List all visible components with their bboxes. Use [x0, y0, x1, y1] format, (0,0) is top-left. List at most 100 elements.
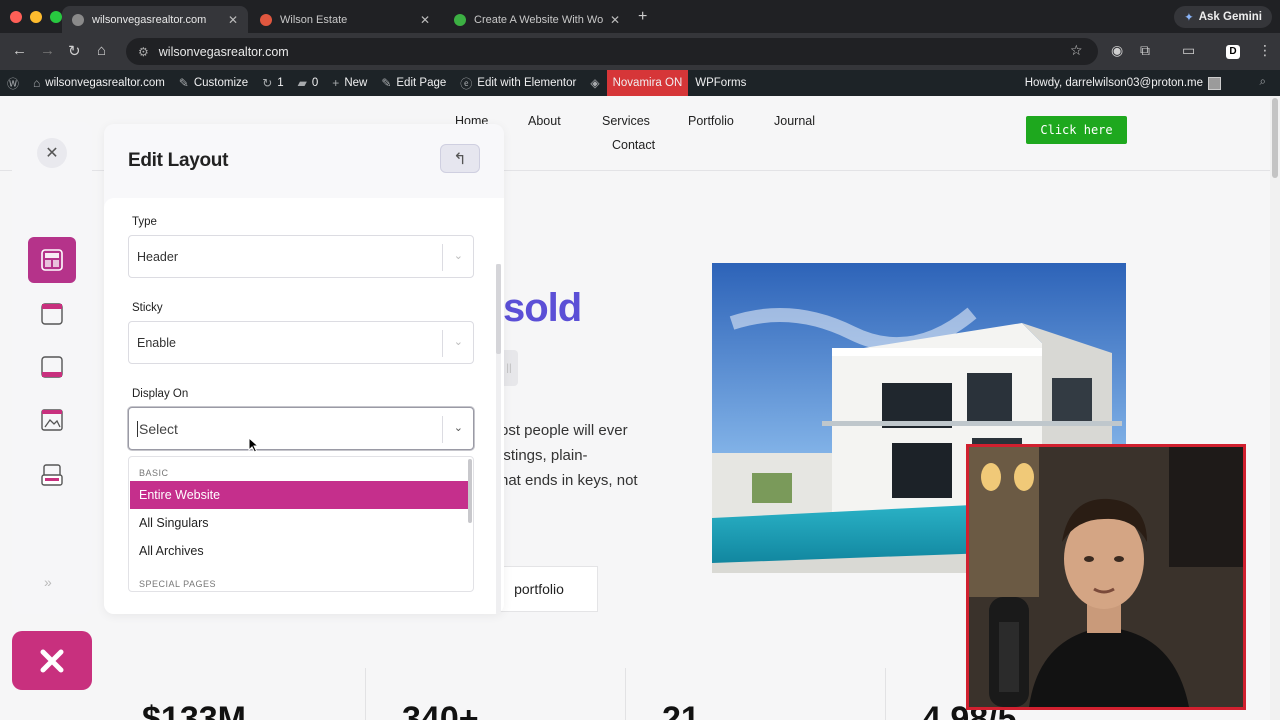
extensions-icon[interactable]: ⧉ — [1140, 42, 1150, 59]
forward-arrow-icon[interactable]: → — [40, 42, 55, 59]
minimize-window-button[interactable] — [30, 11, 42, 23]
sticky-select-value: Enable — [137, 335, 176, 350]
brand-logo-button[interactable] — [12, 631, 92, 690]
site-favicon-icon — [454, 13, 466, 26]
x-logo-icon — [40, 649, 64, 672]
wp-customize-link[interactable]: ✎ Customize — [172, 70, 255, 96]
webcam-overlay — [966, 444, 1246, 710]
text-caret — [137, 420, 138, 437]
stat-value: 340+ — [402, 700, 479, 720]
display-on-placeholder: Select — [139, 420, 178, 437]
nav-services[interactable]: Services — [602, 114, 650, 128]
close-icon[interactable]: ✕ — [610, 13, 620, 27]
tab-wilson-estate[interactable]: Wilson Estate ✕ — [250, 6, 440, 33]
site-info-icon[interactable]: ⚙ — [138, 45, 149, 59]
novamira-toggle[interactable]: Novamira ON — [606, 70, 689, 96]
close-icon: ✕ — [45, 145, 59, 162]
pencil-icon: ✎ — [381, 76, 392, 90]
wp-diamond-icon[interactable]: ◈ — [583, 70, 606, 96]
wpforms-label: WPForms — [695, 77, 747, 89]
plus-icon: + — [332, 76, 340, 90]
chevron-down-icon: ⌄ — [453, 336, 463, 348]
layout-icon — [41, 249, 63, 271]
stack-icon — [41, 464, 63, 486]
footer-tool-button[interactable] — [28, 344, 76, 390]
hero-text-line: ost people will ever — [500, 422, 628, 439]
panel-scrollbar[interactable] — [496, 264, 501, 614]
updates-icon: ↻ — [262, 76, 273, 90]
gallery-icon — [41, 409, 63, 431]
option-entire-website[interactable]: Entire Website — [130, 481, 470, 509]
ask-gemini-button[interactable]: ✦ Ask Gemini — [1174, 6, 1272, 28]
nav-contact[interactable]: Contact — [612, 138, 655, 152]
stat-divider — [365, 668, 366, 720]
nav-journal[interactable]: Journal — [774, 114, 815, 128]
novamira-label: Novamira ON — [612, 77, 683, 89]
display-on-select[interactable]: Select ⌄ — [128, 407, 474, 450]
reload-icon[interactable]: ↻ — [68, 42, 81, 60]
option-all-archives[interactable]: All Archives — [130, 537, 470, 565]
presenter-video — [969, 447, 1243, 707]
wp-comments-link[interactable]: ▰ 0 — [291, 70, 326, 96]
template-tool-button[interactable] — [28, 452, 76, 498]
close-window-button[interactable] — [10, 11, 22, 23]
elementor-icon: ⓔ — [460, 76, 473, 91]
wp-new-label: New — [344, 77, 368, 89]
wp-edit-elementor-link[interactable]: ⓔ Edit with Elementor — [453, 70, 583, 96]
wp-new-link[interactable]: + New — [325, 70, 374, 96]
dropdown-scrollbar[interactable] — [468, 459, 472, 523]
maximize-window-button[interactable] — [50, 11, 62, 23]
dashboard-icon: ⌂ — [33, 76, 41, 90]
expand-chevron-icon[interactable]: » — [44, 574, 52, 590]
undo-button[interactable]: ↰ — [440, 144, 480, 173]
media-tool-button[interactable] — [28, 397, 76, 443]
layout-tool-button[interactable] — [28, 237, 76, 283]
chevron-down-icon: ⌄ — [453, 250, 463, 262]
wp-edit-page-link[interactable]: ✎ Edit Page — [374, 70, 453, 96]
sticky-select[interactable]: Enable ⌄ — [128, 321, 474, 364]
wp-updates-count: 1 — [277, 77, 284, 89]
panel-title: Edit Layout — [128, 150, 229, 171]
close-icon[interactable]: ✕ — [228, 13, 238, 27]
profile-avatar[interactable]: D — [1226, 45, 1240, 59]
page-scrollbar[interactable] — [1270, 96, 1280, 720]
close-editor-button[interactable]: ✕ — [37, 138, 67, 168]
menu-icon[interactable]: ⋮ — [1258, 42, 1272, 59]
wp-updates-link[interactable]: ↻ 1 — [255, 70, 290, 96]
wpforms-link[interactable]: WPForms — [688, 70, 753, 96]
stat-divider — [885, 668, 886, 720]
wp-site-link[interactable]: ⌂ wilsonvegasrealtor.com — [26, 70, 172, 96]
type-select[interactable]: Header ⌄ — [128, 235, 474, 278]
nav-about[interactable]: About — [528, 114, 561, 128]
back-arrow-icon[interactable]: ← — [12, 42, 27, 59]
header-tool-button[interactable] — [28, 291, 76, 337]
home-icon[interactable]: ⌂ — [97, 42, 106, 59]
wp-logo-icon[interactable]: Ⓦ — [0, 70, 26, 96]
click-here-button[interactable]: Click here — [1026, 116, 1127, 144]
tab-title: wilsonvegasrealtor.com — [92, 13, 207, 26]
search-icon[interactable]: ⌕ — [1260, 76, 1266, 89]
gemini-icon: ✦ — [1184, 12, 1194, 24]
tab-title: Create A Website With Wordp — [474, 13, 604, 26]
new-tab-button[interactable]: + — [638, 8, 647, 26]
dropdown-group-basic: BASIC — [139, 468, 169, 478]
camera-icon[interactable]: ◉ — [1111, 42, 1123, 59]
address-bar[interactable]: ⚙ wilsonvegasrealtor.com — [126, 38, 1098, 65]
bookmark-star-icon[interactable]: ☆ — [1070, 42, 1083, 59]
mouse-cursor-icon — [248, 437, 260, 453]
howdy-label: Howdy, darrelwilson03@proton.me — [1024, 77, 1203, 89]
brush-icon: ✎ — [178, 76, 189, 90]
wp-account-menu[interactable]: Howdy, darrelwilson03@proton.me — [1018, 70, 1228, 96]
wp-customize-label: Customize — [193, 77, 249, 89]
hero-text-line: hat ends in keys, not — [500, 472, 638, 489]
sidepanel-icon[interactable]: ▭ — [1182, 42, 1195, 59]
globe-icon — [72, 13, 84, 26]
tab-wilsonvegasrealtor[interactable]: wilsonvegasrealtor.com ✕ — [62, 6, 248, 33]
nav-portfolio[interactable]: Portfolio — [688, 114, 734, 128]
option-all-singulars[interactable]: All Singulars — [130, 509, 470, 537]
wp-comments-count: 0 — [311, 77, 319, 89]
close-icon[interactable]: ✕ — [420, 13, 430, 27]
chevron-down-icon: ⌄ — [453, 422, 463, 434]
tab-create-website[interactable]: Create A Website With Wordp ✕ — [444, 6, 630, 33]
footer-icon — [41, 356, 63, 378]
